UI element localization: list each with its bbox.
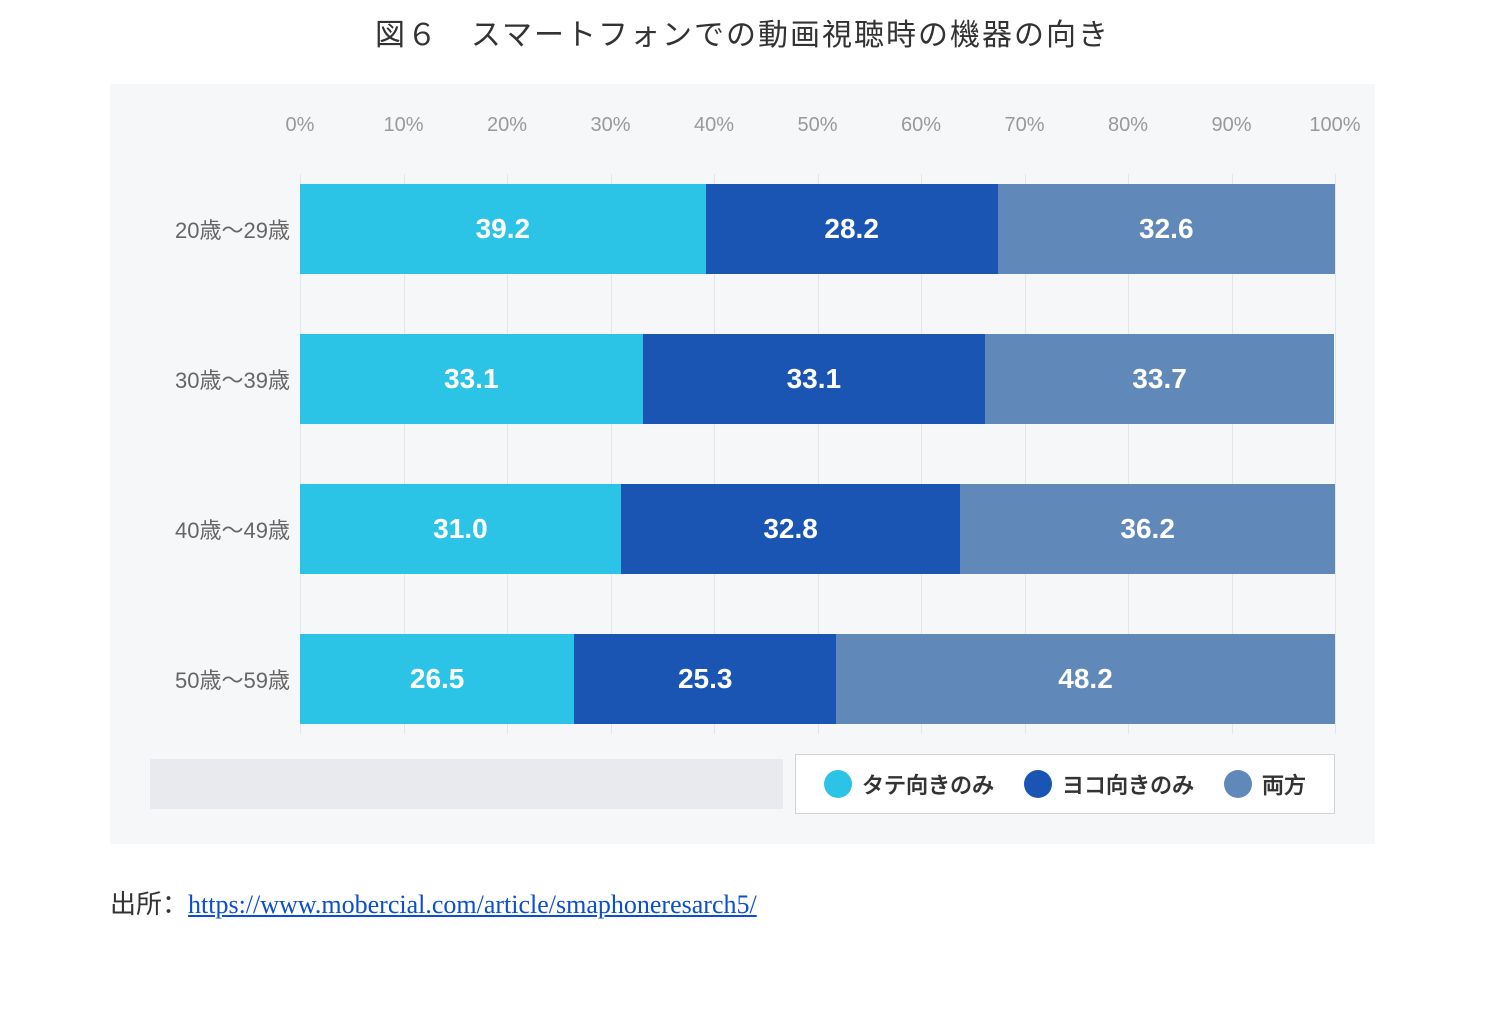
tick-100: 100% <box>1309 114 1360 137</box>
bar-value: 28.2 <box>824 213 879 245</box>
legend-swatch-icon <box>1224 770 1252 798</box>
source-citation: 出所：https://www.mobercial.com/article/sma… <box>110 884 1485 921</box>
bar-value: 33.1 <box>787 363 842 395</box>
tick-50: 50% <box>797 114 837 137</box>
bar-segment-vertical-only: 26.5 <box>300 634 574 724</box>
bar-segment-vertical-only: 39.2 <box>300 184 706 274</box>
tick-30: 30% <box>590 114 630 137</box>
tick-80: 80% <box>1108 114 1148 137</box>
x-axis: 0% 10% 20% 30% 40% 50% 60% 70% 80% 90% 1… <box>150 114 1335 144</box>
bar-segment-both: 33.7 <box>985 334 1334 424</box>
bar-segment-horizontal-only: 25.3 <box>574 634 836 724</box>
bar-value: 26.5 <box>410 663 465 695</box>
legend-item-vertical-only: タテ向きのみ <box>824 768 994 800</box>
bar-row-50s: 50歳～59歳 26.5 25.3 48.2 <box>150 634 1335 724</box>
legend-item-both: 両方 <box>1224 768 1306 800</box>
legend-label: ヨコ向きのみ <box>1062 768 1194 800</box>
bar-segment-horizontal-only: 28.2 <box>706 184 998 274</box>
bar-segment-horizontal-only: 32.8 <box>621 484 960 574</box>
bar-segment-vertical-only: 33.1 <box>300 334 643 424</box>
category-label: 40歳～49歳 <box>150 513 300 545</box>
tick-90: 90% <box>1211 114 1251 137</box>
bar-track: 26.5 25.3 48.2 <box>300 634 1335 724</box>
bar-value: 39.2 <box>476 213 531 245</box>
source-link[interactable]: https://www.mobercial.com/article/smapho… <box>188 890 757 919</box>
bar-value: 31.0 <box>433 513 488 545</box>
bar-value: 48.2 <box>1058 663 1113 695</box>
category-label: 50歳～59歳 <box>150 663 300 695</box>
bar-value: 33.7 <box>1132 363 1187 395</box>
legend: タテ向きのみ ヨコ向きのみ 両方 <box>150 754 1335 814</box>
tick-10: 10% <box>383 114 423 137</box>
chart-title: 図６ スマートフォンでの動画視聴時の機器の向き <box>0 10 1485 54</box>
legend-item-horizontal-only: ヨコ向きのみ <box>1024 768 1194 800</box>
bar-segment-horizontal-only: 33.1 <box>643 334 986 424</box>
legend-label: 両方 <box>1262 768 1306 800</box>
chart-inner: 0% 10% 20% 30% 40% 50% 60% 70% 80% 90% 1… <box>150 114 1335 814</box>
plot-area: 20歳～29歳 39.2 28.2 32.6 30歳～39歳 33.1 33.1… <box>150 184 1335 724</box>
chart-container: 0% 10% 20% 30% 40% 50% 60% 70% 80% 90% 1… <box>110 84 1375 844</box>
bar-row-20s: 20歳～29歳 39.2 28.2 32.6 <box>150 184 1335 274</box>
bar-segment-both: 48.2 <box>836 634 1335 724</box>
legend-label: タテ向きのみ <box>862 768 994 800</box>
tick-70: 70% <box>1004 114 1044 137</box>
tick-60: 60% <box>901 114 941 137</box>
bar-value: 32.6 <box>1139 213 1194 245</box>
tick-40: 40% <box>694 114 734 137</box>
bar-value: 25.3 <box>678 663 733 695</box>
bar-segment-vertical-only: 31.0 <box>300 484 621 574</box>
legend-swatch-icon <box>1024 770 1052 798</box>
source-label: 出所： <box>110 890 188 919</box>
bar-track: 39.2 28.2 32.6 <box>300 184 1335 274</box>
category-label: 20歳～29歳 <box>150 213 300 245</box>
legend-box: タテ向きのみ ヨコ向きのみ 両方 <box>795 754 1335 814</box>
tick-0: 0% <box>286 114 315 137</box>
bar-value: 36.2 <box>1120 513 1175 545</box>
bar-row-40s: 40歳～49歳 31.0 32.8 36.2 <box>150 484 1335 574</box>
bar-value: 33.1 <box>444 363 499 395</box>
bar-segment-both: 32.6 <box>998 184 1335 274</box>
x-axis-ticks: 0% 10% 20% 30% 40% 50% 60% 70% 80% 90% 1… <box>300 114 1335 144</box>
tick-20: 20% <box>487 114 527 137</box>
bar-value: 32.8 <box>763 513 818 545</box>
bar-track: 31.0 32.8 36.2 <box>300 484 1335 574</box>
legend-scrollbar <box>150 759 783 809</box>
legend-swatch-icon <box>824 770 852 798</box>
bar-row-30s: 30歳～39歳 33.1 33.1 33.7 <box>150 334 1335 424</box>
bar-track: 33.1 33.1 33.7 <box>300 334 1335 424</box>
category-label: 30歳～39歳 <box>150 363 300 395</box>
bar-segment-both: 36.2 <box>960 484 1335 574</box>
